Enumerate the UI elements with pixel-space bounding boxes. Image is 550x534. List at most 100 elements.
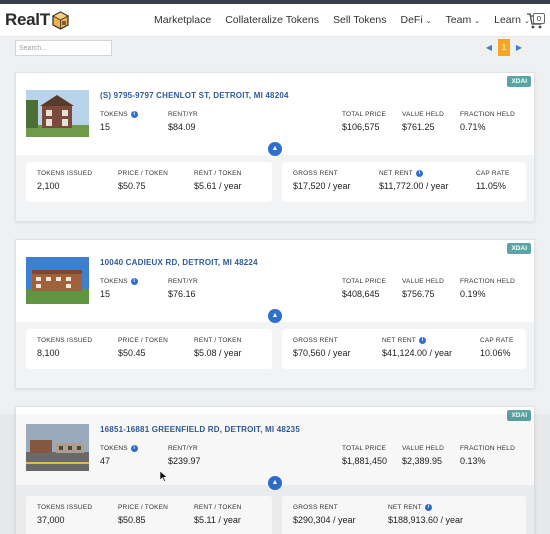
- rent-yr-label: RENT/YR: [168, 445, 198, 452]
- value-held-label: VALUE HELD: [402, 445, 444, 452]
- price-token-label: PRICE / TOKEN: [118, 170, 169, 177]
- rent-yr-value: $84.09: [168, 122, 196, 132]
- chevron-up-icon[interactable]: ▲: [268, 476, 282, 490]
- price-token-value: $50.45: [118, 348, 146, 358]
- property-address-link[interactable]: 16851-16881 GREENFIELD RD, DETROIT, MI 4…: [100, 425, 300, 434]
- rent-token-value: $5.11 / year: [194, 515, 241, 525]
- net-rent-label: NET RENT i: [382, 337, 426, 344]
- fraction-held-label: FRACTION HELD: [460, 278, 515, 285]
- net-rent-label-text: NET RENT: [379, 170, 413, 178]
- token-stats-panel: TOKENS ISSUED 37,000 PRICE / TOKEN $50.8…: [26, 496, 272, 534]
- info-icon[interactable]: i: [130, 111, 138, 118]
- total-price-label: TOTAL PRICE: [342, 111, 386, 118]
- chevron-right-icon[interactable]: ▶: [513, 43, 525, 52]
- tokens-issued-value: 2,100: [37, 181, 60, 191]
- total-price-value: $1,881,450: [342, 456, 388, 466]
- search-input[interactable]: [15, 40, 112, 56]
- value-held-value: $756.75: [402, 289, 435, 299]
- nav-collateralize-tokens[interactable]: Collateralize Tokens: [225, 14, 319, 26]
- tokens-label: TOKENS i: [100, 445, 138, 452]
- page-1-button[interactable]: 1: [498, 39, 510, 56]
- cap-rate-value: 10.06%: [480, 348, 511, 358]
- gross-rent-value: $17,520 / year: [293, 181, 351, 191]
- network-badge: XDAI: [507, 410, 531, 421]
- chevron-down-icon: ⌄: [474, 18, 481, 25]
- nav-sell-tokens[interactable]: Sell Tokens: [333, 14, 387, 26]
- info-icon[interactable]: i: [424, 504, 432, 511]
- tokens-issued-label: TOKENS ISSUED: [37, 170, 93, 177]
- gross-rent-value: $290,304 / year: [293, 515, 356, 525]
- tokens-value: 15: [100, 289, 111, 299]
- info-icon[interactable]: i: [418, 337, 426, 344]
- pagination: ◀ 1 ▶: [483, 39, 525, 56]
- price-token-label: PRICE / TOKEN: [118, 504, 169, 511]
- net-rent-value: $41,124.00 / year: [382, 348, 453, 358]
- tokens-label: TOKENS i: [100, 111, 138, 118]
- rent-token-value: $5.08 / year: [194, 348, 242, 358]
- rent-token-label: RENT / TOKEN: [194, 170, 242, 177]
- cap-rate-label: CAP RATE: [476, 170, 510, 177]
- gross-rent-label: GROSS RENT: [293, 504, 338, 511]
- cap-rate-label: CAP RATE: [480, 337, 514, 344]
- property-photo[interactable]: [26, 257, 89, 304]
- total-price-value: $106,575: [342, 122, 380, 132]
- property-address-link[interactable]: 10040 CADIEUX RD, DETROIT, MI 48224: [100, 258, 258, 267]
- net-rent-label: NET RENT i: [388, 504, 432, 511]
- tokens-value: 15: [100, 122, 111, 132]
- nav-defi-dropdown[interactable]: DeFi ⌄: [401, 14, 432, 26]
- nav-team-label: Team: [445, 14, 472, 26]
- property-card: XDAI (S) 9795-9797 CHENLOT ST, DETROIT, …: [15, 72, 535, 222]
- property-photo[interactable]: [26, 90, 89, 137]
- property-card: XDAI 10040 CADIEUX RD, DETROIT, MI 48224…: [15, 239, 535, 389]
- price-token-label: PRICE / TOKEN: [118, 337, 169, 344]
- tokens-label-text: TOKENS: [100, 445, 128, 453]
- rent-token-label: RENT / TOKEN: [194, 337, 242, 344]
- mouse-cursor-icon: [160, 471, 168, 482]
- gross-rent-value: $70,560 / year: [293, 348, 351, 358]
- token-stats-panel: TOKENS ISSUED 2,100 PRICE / TOKEN $50.75…: [26, 162, 272, 202]
- value-held-value: $2,389.95: [402, 456, 443, 466]
- nav-defi-label: DeFi: [400, 14, 423, 26]
- rent-stats-panel: GROSS RENT $290,304 / year NET RENT i $18…: [282, 496, 526, 534]
- tokens-issued-value: 8,100: [37, 348, 60, 358]
- rent-yr-label: RENT/YR: [168, 111, 198, 118]
- fraction-held-value: 0.13%: [460, 456, 486, 466]
- nav-marketplace[interactable]: Marketplace: [154, 14, 211, 26]
- cart-count-badge: 0: [533, 13, 545, 24]
- net-rent-label: NET RENT i: [379, 170, 423, 177]
- rent-yr-value: $76.16: [168, 289, 196, 299]
- value-held-label: VALUE HELD: [402, 111, 444, 118]
- info-icon[interactable]: i: [130, 445, 138, 452]
- cap-rate-value: 11.05%: [476, 181, 506, 191]
- rent-token-value: $5.61 / year: [194, 181, 242, 191]
- chevron-up-icon[interactable]: ▲: [268, 309, 282, 323]
- property-photo[interactable]: [26, 424, 89, 471]
- value-held-label: VALUE HELD: [402, 278, 444, 285]
- gross-rent-label: GROSS RENT: [293, 170, 338, 177]
- tokens-label-text: TOKENS: [100, 278, 128, 286]
- chevron-up-icon[interactable]: ▲: [268, 142, 282, 156]
- value-held-value: $761.25: [402, 122, 435, 132]
- tokens-label: TOKENS i: [100, 278, 138, 285]
- net-rent-label-text: NET RENT: [382, 337, 416, 345]
- net-rent-label-text: NET RENT: [388, 504, 422, 512]
- nav-team-dropdown[interactable]: Team ⌄: [446, 14, 481, 26]
- rent-stats-panel: GROSS RENT $17,520 / year NET RENT i $11,…: [282, 162, 526, 202]
- fraction-held-label: FRACTION HELD: [460, 111, 515, 118]
- nav-learn-label: Learn: [494, 14, 521, 26]
- nav-learn-dropdown[interactable]: Learn ⌄: [494, 14, 530, 26]
- rent-yr-label: RENT/YR: [168, 278, 198, 285]
- net-rent-value: $188,913.60 / year: [388, 515, 464, 525]
- tokens-label-text: TOKENS: [100, 111, 128, 119]
- info-icon[interactable]: i: [130, 278, 138, 285]
- nav-menu: Marketplace Collateralize Tokens Sell To…: [154, 14, 544, 26]
- chevron-left-icon[interactable]: ◀: [483, 43, 495, 52]
- rent-yr-value: $239.97: [168, 456, 201, 466]
- info-icon[interactable]: i: [415, 170, 423, 177]
- realt-logo[interactable]: RealT: [5, 10, 69, 30]
- price-token-value: $50.75: [118, 181, 146, 191]
- chevron-down-icon: ⌄: [425, 18, 432, 25]
- fraction-held-value: 0.19%: [460, 289, 486, 299]
- tokens-value: 47: [100, 456, 111, 466]
- property-address-link[interactable]: (S) 9795-9797 CHENLOT ST, DETROIT, MI 48…: [100, 91, 289, 100]
